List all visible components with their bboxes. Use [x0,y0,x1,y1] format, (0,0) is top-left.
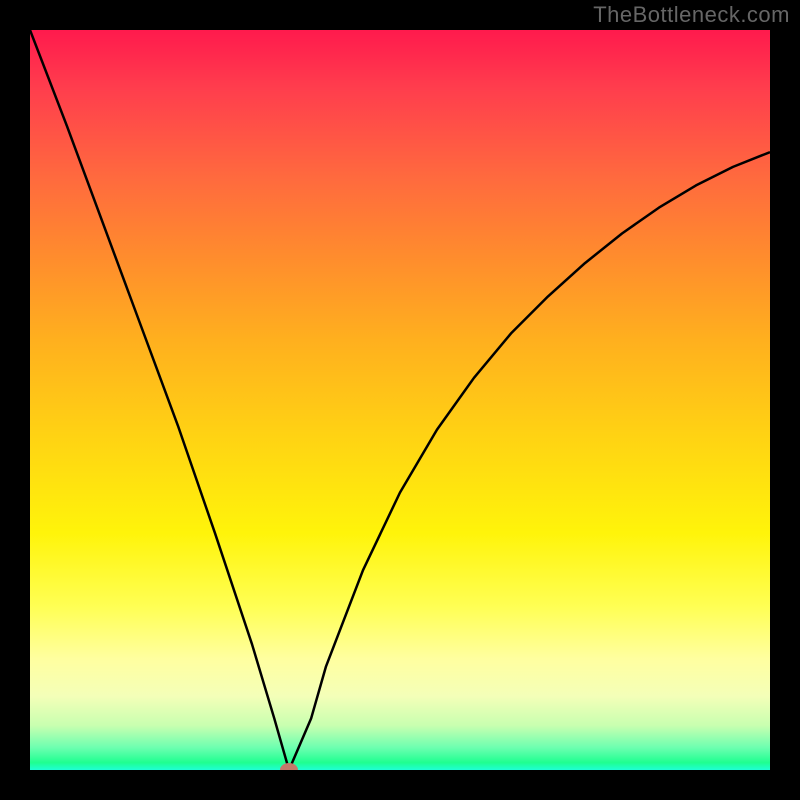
chart-plot-area [30,30,770,770]
curve-path [30,30,770,770]
watermark-text: TheBottleneck.com [593,2,790,28]
bottleneck-curve [30,30,770,770]
optimal-point-marker [280,763,298,770]
